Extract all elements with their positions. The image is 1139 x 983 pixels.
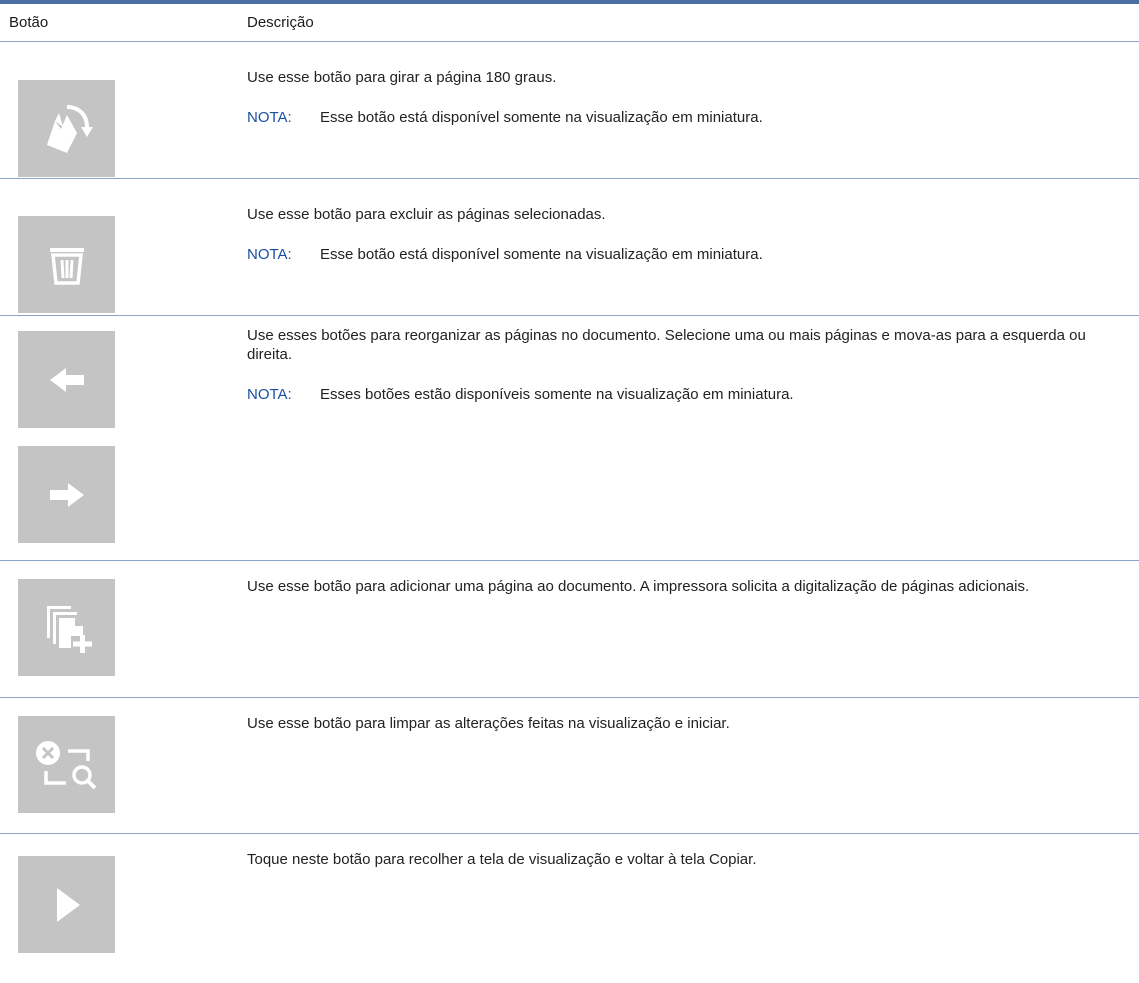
description-text: Use esse botão para girar a página 180 g… [247, 69, 557, 86]
description-text: Use esse botão para limpar as alterações… [247, 715, 730, 732]
row-description: Use esses botões para reorganizar as pág… [247, 326, 1133, 404]
reset-preview-button[interactable] [18, 716, 115, 813]
table-row: Use esse botão para limpar as alterações… [0, 698, 1139, 834]
reset-preview-icon [35, 740, 96, 789]
add-page-button[interactable] [18, 579, 115, 676]
row-description: Use esse botão para adicionar uma página… [247, 577, 1133, 596]
rotate-page-icon [46, 104, 93, 153]
delete-pages-button[interactable] [18, 216, 115, 313]
table-row: Use esse botão para adicionar uma página… [0, 561, 1139, 698]
arrow-left-icon [49, 367, 84, 392]
trash-icon [49, 247, 84, 285]
note-text: Esse botão está disponível somente na vi… [320, 109, 763, 126]
collapse-preview-button[interactable] [18, 856, 115, 953]
table-row: Toque neste botão para recolher a tela d… [0, 834, 1139, 976]
collapse-play-icon [56, 887, 80, 922]
description-text: Use esse botão para adicionar uma página… [247, 578, 1030, 595]
row-description: Use esse botão para excluir as páginas s… [247, 205, 1133, 264]
table-row: Use esses botões para reorganizar as pág… [0, 316, 1139, 561]
note-label: NOTA: [247, 246, 292, 263]
note: NOTA: Esse botão está disponível somente … [247, 108, 1133, 127]
description-text: Use esse botão para excluir as páginas s… [247, 206, 606, 223]
description-text: Toque neste botão para recolher a tela d… [247, 851, 757, 868]
button-reference-table: Botão Descrição Use esse botão para gira… [0, 0, 1139, 976]
description-text: Use esses botões para reorganizar as pág… [247, 327, 1086, 363]
header-button: Botão [9, 14, 49, 31]
arrow-right-icon [49, 482, 84, 507]
row-description: Use esse botão para limpar as alterações… [247, 714, 1133, 733]
move-right-button[interactable] [18, 446, 115, 543]
row-description: Use esse botão para girar a página 180 g… [247, 68, 1133, 127]
note: NOTA: Esse botão está disponível somente … [247, 245, 1133, 264]
table-header-row: Botão Descrição [0, 4, 1139, 42]
note-label: NOTA: [247, 386, 292, 403]
note-text: Esses botões estão disponíveis somente n… [320, 386, 794, 403]
note: NOTA: Esses botões estão disponíveis some… [247, 385, 1133, 404]
note-text: Esse botão está disponível somente na vi… [320, 246, 763, 263]
note-label: NOTA: [247, 109, 292, 126]
row-description: Toque neste botão para recolher a tela d… [247, 850, 1133, 869]
add-page-icon [46, 605, 92, 653]
rotate-page-button[interactable] [18, 80, 115, 177]
header-description: Descrição [247, 14, 314, 31]
move-left-button[interactable] [18, 331, 115, 428]
table-row: Use esse botão para girar a página 180 g… [0, 42, 1139, 179]
table-row: Use esse botão para excluir as páginas s… [0, 179, 1139, 316]
